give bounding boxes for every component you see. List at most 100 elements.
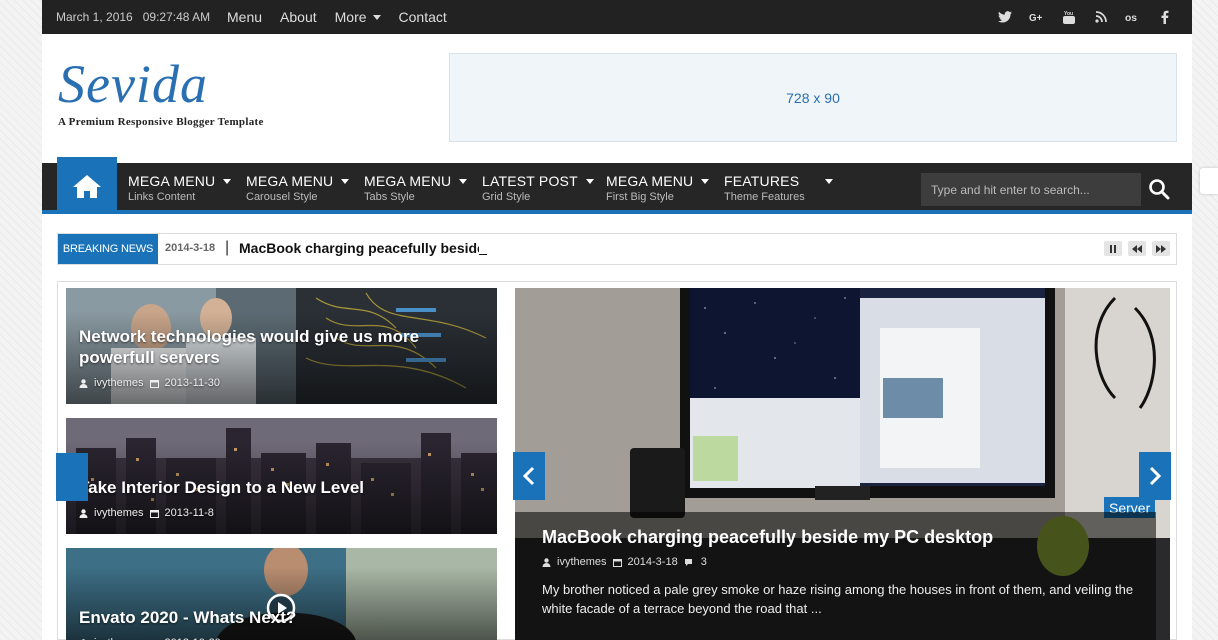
chevron-right-icon: [1149, 466, 1162, 486]
search-icon[interactable]: [1148, 178, 1170, 200]
logo-wordmark: Sevida: [58, 54, 208, 114]
menu-item-title: MEGA MENU: [246, 173, 334, 189]
slide-excerpt: My brother noticed a pale grey smoke or …: [542, 582, 1134, 616]
top-bar: March 1, 2016 09:27:48 AM Menu About Mor…: [42, 0, 1192, 34]
pause-icon: [1110, 244, 1116, 253]
slider-next-arrow[interactable]: [1139, 452, 1171, 500]
chevron-down-icon: [372, 14, 381, 20]
card-title[interactable]: Network technologies would give us more …: [79, 326, 479, 368]
slide-author[interactable]: ivythemes: [557, 556, 607, 568]
slider-prev-button[interactable]: [56, 453, 88, 501]
card-author[interactable]: ivythemes: [94, 377, 144, 389]
google-plus-icon[interactable]: G+: [1029, 10, 1044, 25]
svg-text:G+: G+: [1029, 13, 1043, 24]
top-nav-about[interactable]: About: [280, 9, 317, 25]
facebook-icon[interactable]: [1157, 10, 1172, 25]
menu-item-mega-links[interactable]: MEGA MENU Links Content: [128, 163, 246, 210]
previous-button[interactable]: [1128, 241, 1146, 256]
chevron-down-icon: [825, 178, 834, 184]
featured-card-interior[interactable]: Take Interior Design to a New Level ivyt…: [66, 418, 497, 534]
menu-item-mega-carousel[interactable]: MEGA MENU Carousel Style: [246, 163, 364, 210]
menu-item-features[interactable]: FEATURES Theme Features: [724, 163, 842, 210]
ad-size-label: 728 x 90: [786, 89, 840, 106]
card-date: 2013-11-8: [164, 507, 214, 519]
top-nav-menu[interactable]: Menu: [227, 9, 262, 25]
top-nav-more[interactable]: More: [335, 9, 381, 25]
menu-item-title: MEGA MENU: [364, 173, 452, 189]
breaking-news-date: 2014-3-18: [165, 242, 216, 254]
card-date: 2013-11-30: [164, 377, 220, 389]
twitter-icon[interactable]: [997, 10, 1012, 25]
chevron-left-icon: [522, 466, 535, 486]
calendar-icon: [149, 379, 159, 388]
user-icon: [79, 378, 88, 388]
home-button[interactable]: [57, 157, 117, 214]
breaking-news-headline[interactable]: MacBook charging peacefully beside: [239, 240, 479, 256]
chevron-down-icon: [459, 178, 468, 184]
menu-item-title: LATEST POST: [482, 173, 578, 189]
chevron-down-icon: [701, 178, 710, 184]
slider-prev-arrow[interactable]: [513, 452, 545, 500]
top-nav-more-label: More: [334, 9, 367, 25]
site-logo[interactable]: Sevida A Premium Responsive Blogger Temp…: [58, 56, 268, 140]
mega-menu-items: MEGA MENU Links Content MEGA MENU Carous…: [128, 163, 842, 210]
side-panel-tab[interactable]: [1200, 168, 1218, 194]
svg-text:You: You: [1064, 11, 1073, 17]
menu-item-mega-tabs[interactable]: MEGA MENU Tabs Style: [364, 163, 482, 210]
menu-item-title: MEGA MENU: [606, 173, 694, 189]
breaking-news-separator: |: [225, 239, 230, 256]
breaking-news-label: BREAKING NEWS: [58, 234, 158, 264]
card-author[interactable]: ivythemes: [94, 507, 144, 519]
featured-card-network[interactable]: Network technologies would give us more …: [66, 288, 497, 404]
top-nav: Menu About More Contact: [227, 0, 447, 34]
fast-forward-icon: [1156, 244, 1166, 253]
pause-button[interactable]: [1104, 241, 1122, 256]
card-title[interactable]: Envato 2020 - Whats Next?: [79, 607, 479, 628]
slide-caption: MacBook charging peacefully beside my PC…: [515, 512, 1156, 640]
card-meta: ivythemes 2013-11-8: [79, 507, 214, 519]
page-wrapper: March 1, 2016 09:27:48 AM Menu About Mor…: [42, 0, 1192, 640]
calendar-icon: [149, 509, 159, 518]
social-links: G+ You os: [997, 0, 1172, 34]
menu-item-subtitle: Links Content: [128, 191, 196, 203]
card-title[interactable]: Take Interior Design to a New Level: [79, 477, 479, 498]
next-button[interactable]: [1152, 241, 1170, 256]
search-input[interactable]: [921, 173, 1141, 206]
menu-item-subtitle: Theme Features: [724, 191, 805, 203]
svg-text:os: os: [1125, 13, 1137, 23]
lastfm-icon[interactable]: os: [1125, 10, 1140, 25]
user-icon: [542, 557, 551, 567]
rss-icon[interactable]: [1093, 10, 1108, 25]
menu-item-subtitle: Carousel Style: [246, 191, 318, 203]
menu-item-subtitle: Grid Style: [482, 191, 531, 203]
menu-item-subtitle: Tabs Style: [364, 191, 415, 203]
chevron-down-icon: [585, 178, 594, 184]
menu-item-latest-post[interactable]: LATEST POST Grid Style: [482, 163, 606, 210]
ticker-controls: [1104, 241, 1170, 256]
menu-item-mega-first-big[interactable]: MEGA MENU First Big Style: [606, 163, 724, 210]
home-icon: [73, 174, 101, 198]
youtube-icon[interactable]: You: [1061, 10, 1076, 25]
featured-card-envato[interactable]: Envato 2020 - Whats Next? ivythemes 2013…: [66, 548, 497, 640]
menu-item-subtitle: First Big Style: [606, 191, 674, 203]
time-text: 09:27:48 AM: [142, 10, 211, 24]
rewind-icon: [1132, 244, 1142, 253]
logo-tagline: A Premium Responsive Blogger Template: [58, 116, 264, 128]
calendar-icon: [612, 558, 622, 567]
chevron-down-icon: [341, 178, 350, 184]
date-text: March 1, 2016: [56, 10, 133, 24]
header-ad-banner[interactable]: 728 x 90: [449, 53, 1177, 142]
chevron-down-icon: [223, 178, 232, 184]
breaking-news-bar: BREAKING NEWS 2014-3-18 | MacBook chargi…: [57, 233, 1177, 265]
top-nav-contact[interactable]: Contact: [399, 9, 447, 25]
main-nav: MEGA MENU Links Content MEGA MENU Carous…: [42, 157, 1192, 214]
menu-item-title: FEATURES: [724, 173, 800, 189]
user-icon: [79, 508, 88, 518]
ticker-cursor: [479, 254, 487, 255]
card-meta: ivythemes 2013-11-30: [79, 377, 220, 389]
slide-meta: ivythemes 2014-3-18 3: [542, 556, 707, 568]
slide-title[interactable]: MacBook charging peacefully beside my PC…: [542, 527, 993, 548]
menu-item-title: MEGA MENU: [128, 173, 216, 189]
slide-date: 2014-3-18: [627, 556, 678, 568]
slide-comment-count[interactable]: 3: [701, 556, 707, 568]
